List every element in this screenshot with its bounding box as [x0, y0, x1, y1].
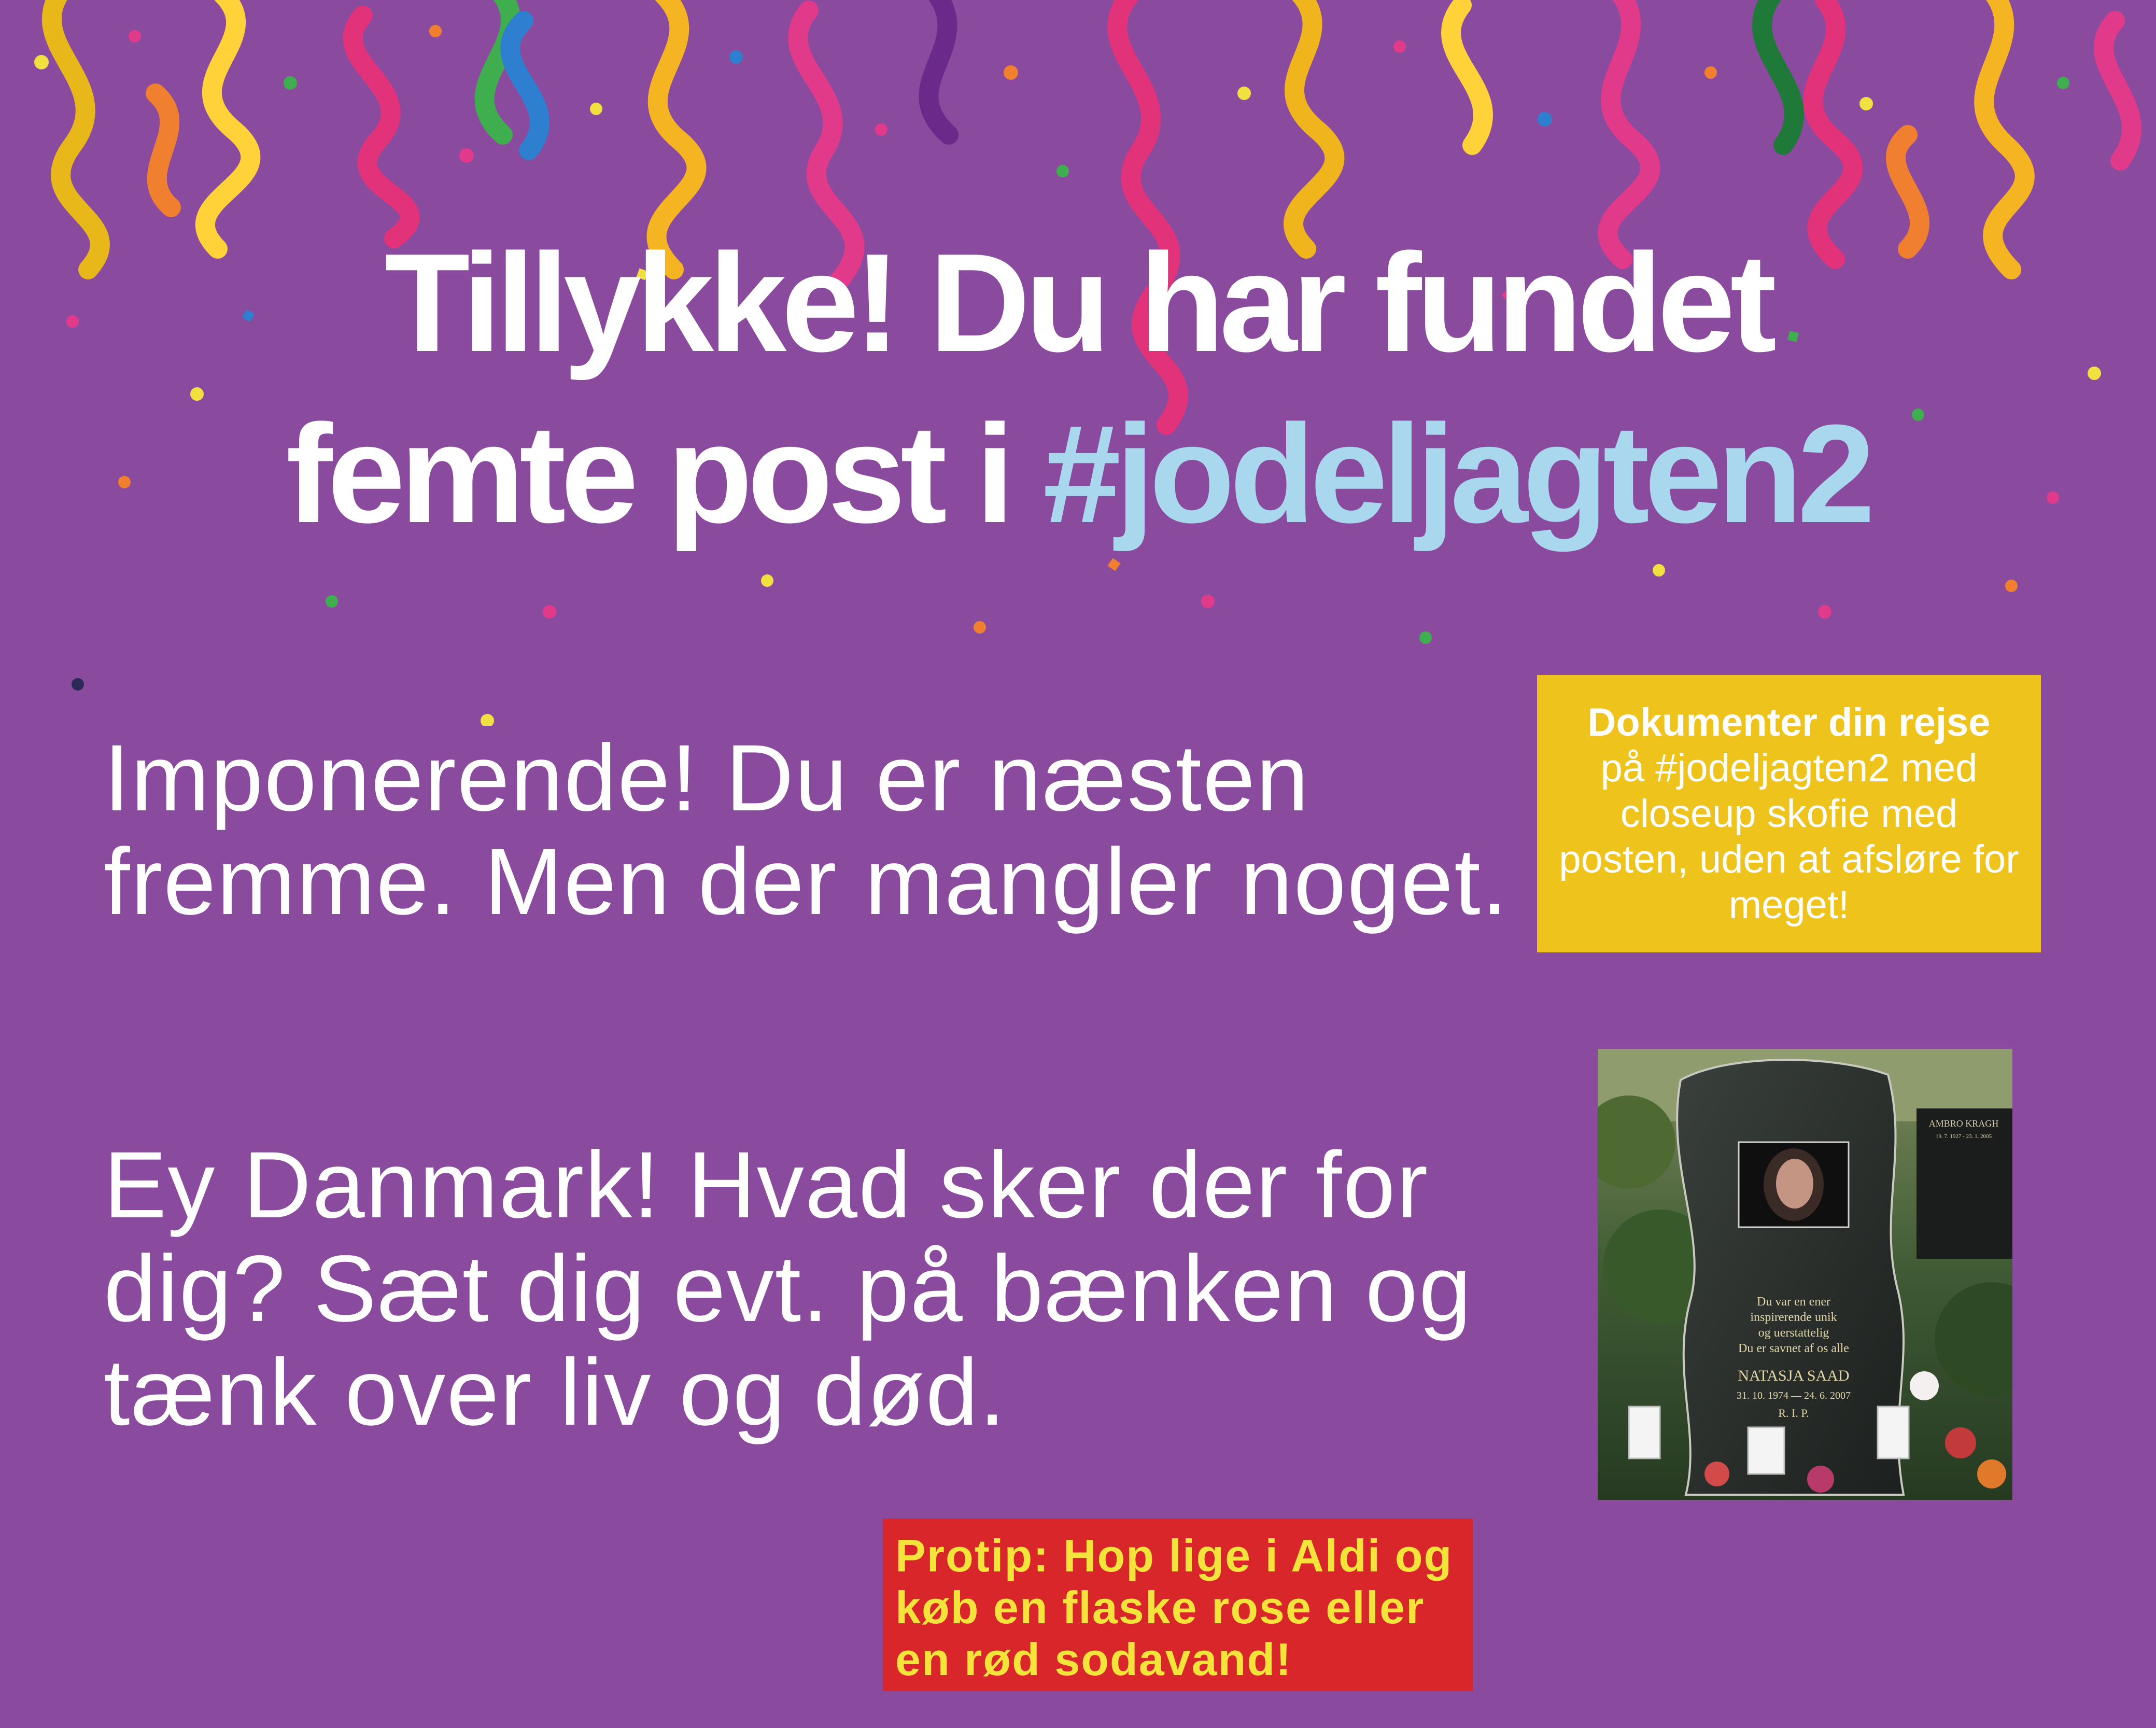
poster: Tillykke! Du har fundet femte post i #jo…	[0, 0, 2156, 1728]
headline: Tillykke! Du har fundet femte post i #jo…	[0, 218, 2156, 560]
document-box-heading: Dokumenter din rejse	[1587, 700, 1991, 744]
body-paragraph-2: Ey Danmark! Hvad sker der for dig? Sæt d…	[104, 1132, 1473, 1445]
gravestone-name: NATASJA SAAD	[1738, 1367, 1849, 1384]
gravestone-photo: AMBRO KRAGH 19. 7. 1927 - 23. 1. 2005 Du…	[1598, 1049, 2012, 1500]
headline-hashtag: #jodeljagten2	[1042, 396, 1875, 552]
protip-box: Protip: Hop lige i Aldi og køb en flaske…	[883, 1519, 1473, 1691]
headline-line2-prefix: femte post i	[286, 396, 1043, 552]
document-journey-box: Dokumenter din rejse på #jodeljagten2 me…	[1537, 675, 2041, 952]
protip-text: Protip: Hop lige i Aldi og køb en flaske…	[895, 1530, 1453, 1685]
gravestone-dates: 31. 10. 1974 — 24. 6. 2007	[1737, 1390, 1851, 1401]
gravestone-rip: R. I. P.	[1778, 1407, 1809, 1420]
neighbour-plaque-name: AMBRO KRAGH	[1929, 1118, 1999, 1129]
body-paragraph-1: Imponerende! Du er næsten fremme. Men de…	[104, 725, 1509, 934]
document-box-text: på #jodeljagten2 med closeup skofie med …	[1559, 746, 2019, 927]
inscription-line-2: inspirerende unik	[1750, 1311, 1837, 1324]
inscription-line-1: Du var en ener	[1757, 1295, 1830, 1309]
headline-line1: Tillykke! Du har fundet	[384, 225, 1777, 381]
inscription-line-3: og uerstattelig	[1758, 1326, 1829, 1340]
neighbour-plaque-dates: 19. 7. 1927 - 23. 1. 2005	[1936, 1133, 1992, 1140]
inscription-line-4: Du er savnet af os alle	[1738, 1342, 1849, 1355]
